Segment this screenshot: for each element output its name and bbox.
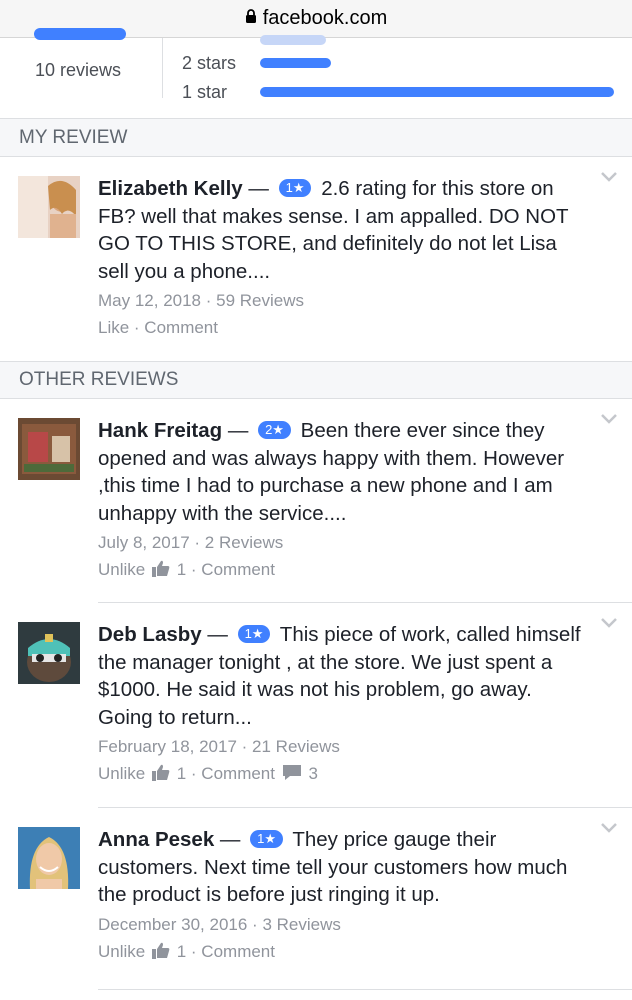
review-divider (98, 989, 632, 990)
see-all-button[interactable] (34, 28, 126, 40)
my-review-header: MY REVIEW (0, 119, 632, 157)
comment-button[interactable]: Comment (144, 318, 218, 337)
review-actions: Like · Comment (98, 318, 218, 337)
review-count: 10 reviews (35, 60, 122, 80)
rating-row-1-star: 1 star (182, 80, 614, 104)
like-count[interactable]: 1 (177, 560, 186, 579)
author-review-count[interactable]: 2 Reviews (205, 533, 283, 552)
review-date[interactable]: May 12, 2018 (98, 291, 201, 310)
author-review-count[interactable]: 3 Reviews (262, 915, 340, 934)
review-item: Deb Lasby — 1★ This piece of work, calle… (0, 603, 632, 808)
review-author[interactable]: Deb Lasby (98, 623, 202, 646)
avatar[interactable] (18, 827, 80, 889)
comment-count[interactable]: 3 (308, 764, 317, 783)
rating-row-partial (182, 28, 614, 52)
author-review-count[interactable]: 21 Reviews (252, 737, 340, 756)
comment-button[interactable]: Comment (201, 764, 275, 783)
rating-badge: 1★ (278, 179, 312, 197)
review-date[interactable]: July 8, 2017 (98, 533, 190, 552)
lock-icon (245, 7, 257, 30)
review-actions: Unlike 1 · Comment (98, 938, 592, 967)
like-count[interactable]: 1 (177, 764, 186, 783)
rating-row-2-stars: 2 stars (182, 51, 614, 75)
url-text: facebook.com (262, 7, 388, 29)
rating-bar (260, 87, 614, 97)
rating-bar (260, 58, 331, 68)
thumbs-up-icon (151, 558, 170, 585)
thumbs-up-icon (151, 940, 170, 967)
unlike-button[interactable]: Unlike (98, 764, 145, 783)
review-date[interactable]: February 18, 2017 (98, 737, 237, 756)
review-text-block: Anna Pesek — 1★ They price gauge their c… (98, 828, 568, 906)
comment-bubble-icon (282, 762, 302, 789)
review-actions: Unlike 1 · Comment 3 (98, 760, 592, 789)
rating-badge: 1★ (237, 625, 271, 643)
rating-summary: 10 reviews 2 stars 1 star (0, 28, 632, 119)
review-author[interactable]: Anna Pesek (98, 828, 214, 851)
author-review-count[interactable]: 59 Reviews (216, 291, 304, 310)
review-meta: December 30, 2016 · 3 Reviews (98, 914, 341, 934)
chevron-down-icon[interactable] (600, 413, 618, 425)
other-reviews-header: OTHER REVIEWS (0, 361, 632, 399)
like-count[interactable]: 1 (177, 942, 186, 961)
review-item: Hank Freitag — 2★ Been there ever since … (0, 399, 632, 603)
my-review: Elizabeth Kelly — 1★ 2.6 rating for this… (0, 157, 632, 361)
avatar[interactable] (18, 622, 80, 684)
unlike-button[interactable]: Unlike (98, 560, 145, 579)
rating-row-label: 2 stars (182, 52, 237, 73)
rating-row-label: 1 star (182, 81, 228, 102)
review-author[interactable]: Elizabeth Kelly (98, 177, 243, 200)
review-text-block: Hank Freitag — 2★ Been there ever since … (98, 419, 565, 525)
review-meta: May 12, 2018 · 59 Reviews (98, 291, 304, 310)
review-text-block: Elizabeth Kelly — 1★ 2.6 rating for this… (98, 177, 569, 283)
thumbs-up-icon (151, 762, 170, 789)
review-meta: July 8, 2017 · 2 Reviews (98, 533, 284, 552)
comment-button[interactable]: Comment (201, 560, 275, 579)
review-date[interactable]: December 30, 2016 (98, 915, 247, 934)
unlike-button[interactable]: Unlike (98, 942, 145, 961)
chevron-down-icon[interactable] (600, 171, 618, 183)
review-text-block: Deb Lasby — 1★ This piece of work, calle… (98, 623, 581, 729)
chevron-down-icon[interactable] (600, 822, 618, 834)
avatar[interactable] (18, 176, 80, 238)
rating-badge: 1★ (250, 830, 284, 848)
review-author[interactable]: Hank Freitag (98, 419, 222, 442)
chevron-down-icon[interactable] (600, 617, 618, 629)
avatar[interactable] (18, 418, 80, 480)
review-actions: Unlike 1 · Comment (98, 556, 592, 585)
review-meta: February 18, 2017 · 21 Reviews (98, 737, 340, 756)
summary-divider (162, 38, 163, 98)
like-button[interactable]: Like (98, 318, 129, 337)
review-item: Anna Pesek — 1★ They price gauge their c… (0, 808, 632, 990)
rating-badge: 2★ (258, 421, 291, 439)
comment-button[interactable]: Comment (201, 942, 275, 961)
